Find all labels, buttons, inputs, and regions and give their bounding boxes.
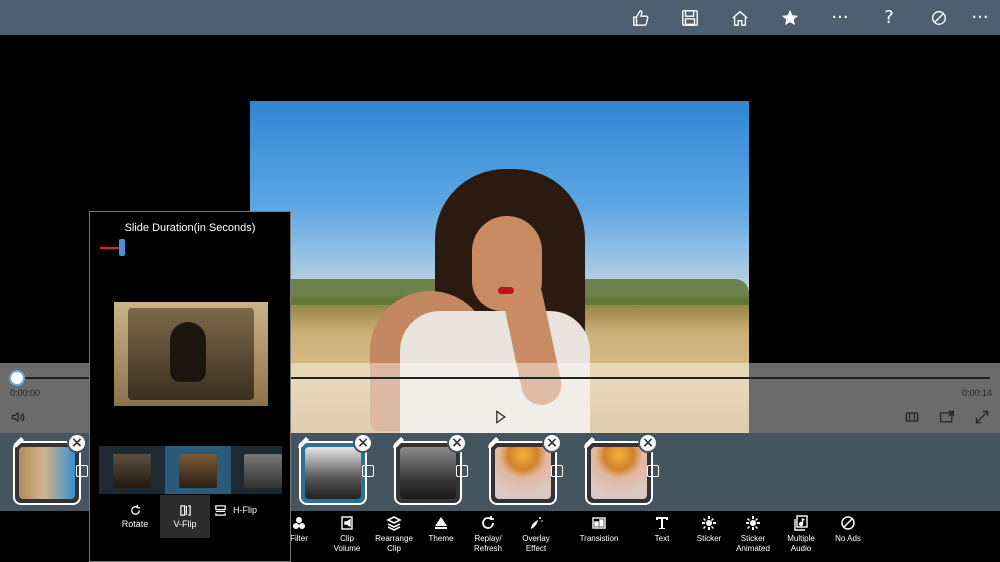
slide-duration-popup: Slide Duration(in Seconds) Rotate V-Flip… [89,211,291,562]
more-label: ··· [831,6,849,28]
fullscreen-icon[interactable] [972,407,992,427]
duplicate-clip-icon[interactable] [551,465,563,477]
rotate-icon [114,501,156,519]
subject-lips [498,287,514,294]
time-total: 0:00:14 [962,388,993,398]
duplicate-clip-icon[interactable] [456,465,468,477]
edit-pencil-icon[interactable] [392,435,406,449]
remove-clip-icon[interactable]: × [67,433,87,453]
filter-thumbnail-strip [99,446,282,494]
time-current: 0:00:00 [10,388,41,398]
remove-clip-icon[interactable]: × [447,433,467,453]
tool-transition[interactable]: Transistion [568,514,630,544]
tool-label: Transistion [579,534,619,543]
thumbs-up-icon[interactable] [621,0,661,35]
strip-thumbnail[interactable] [179,454,217,488]
duplicate-clip-icon[interactable] [647,465,659,477]
more-icon[interactable]: ··· [820,0,860,35]
h-flip-icon [214,501,227,519]
top-app-bar: ··· ? ··· [0,0,1000,35]
remove-clip-icon[interactable]: × [542,433,562,453]
preview-subject [170,322,206,382]
play-icon[interactable] [490,407,510,427]
h-flip-label: H-Flip [233,505,257,515]
clip-image [591,447,647,499]
h-flip-button[interactable]: H-Flip [214,495,278,538]
help-icon[interactable]: ? [869,0,909,35]
duration-slider-thumb[interactable] [119,239,125,256]
home-icon[interactable] [720,0,760,35]
duplicate-clip-icon[interactable] [362,465,374,477]
edit-pencil-icon[interactable] [487,435,501,449]
edit-pencil-icon[interactable] [12,435,26,449]
strip-thumbnail[interactable] [244,454,282,488]
no-ads-icon[interactable] [919,0,959,35]
tool-overlay-effect[interactable]: Overlay Effect [505,514,567,554]
aspect-ratio-icon[interactable] [902,407,922,427]
tool-label: Overlay Effect [522,534,550,553]
remove-clip-icon[interactable]: × [353,433,373,453]
clip-image [495,447,551,499]
tool-no-ads[interactable]: No Ads [817,514,879,544]
overlay-effect-icon [505,514,567,532]
star-icon[interactable] [770,0,810,35]
transition-icon [568,514,630,532]
overflow-label: ··· [971,6,989,28]
edit-pencil-icon[interactable] [583,435,597,449]
strip-thumbnail[interactable] [113,454,151,488]
volume-icon[interactable] [8,407,28,427]
clip-image [305,447,361,499]
edit-pencil-icon[interactable] [297,435,311,449]
help-label: ? [884,6,894,28]
no-ads-icon [817,514,879,532]
v-flip-icon [160,501,210,519]
cast-icon[interactable] [937,407,957,427]
rotate-button[interactable]: Rotate [114,495,156,538]
flip-preview-image [114,302,268,406]
tool-label: No Ads [835,534,861,543]
rotate-label: Rotate [121,519,149,529]
save-icon[interactable] [670,0,710,35]
v-flip-button[interactable]: V-Flip [160,495,210,538]
seek-knob[interactable] [9,370,25,386]
remove-clip-icon[interactable]: × [638,433,658,453]
v-flip-label: V-Flip [173,519,197,529]
duplicate-clip-icon[interactable] [76,465,88,477]
popup-title: Slide Duration(in Seconds) [124,222,256,234]
overflow-menu-icon[interactable]: ··· [960,0,1000,35]
clip-image [19,447,75,499]
clip-image [400,447,456,499]
